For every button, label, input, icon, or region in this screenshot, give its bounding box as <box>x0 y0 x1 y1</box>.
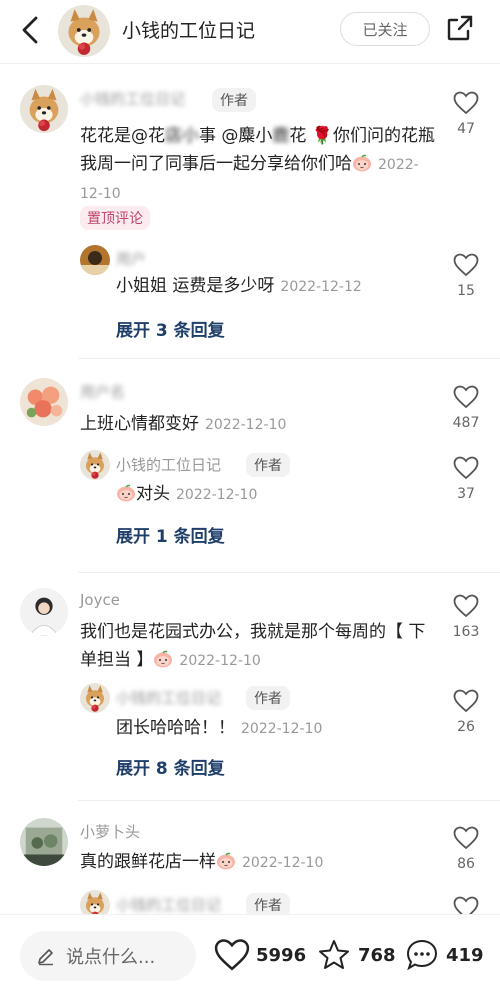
comment-total: 419 <box>446 944 484 966</box>
back-arrow-icon[interactable] <box>16 12 44 48</box>
reply-text[interactable]: 小姐姐 运费是多少呀 2022-12-12 <box>116 272 436 301</box>
reply-name[interactable]: 小钱的工位日记 <box>116 894 221 915</box>
expand-replies-link[interactable]: 展开 8 条回复 <box>116 754 225 779</box>
reply-name[interactable]: 小钱的工位日记 <box>116 687 221 708</box>
commenter-name[interactable]: Joyce <box>80 591 120 609</box>
like-count: 15 <box>457 283 475 299</box>
comment-date: 2022-12-10 <box>179 653 261 669</box>
divider <box>78 572 500 573</box>
top-bar: 小钱的工位日记 已关注 <box>0 0 500 64</box>
like-count: 37 <box>457 486 475 502</box>
like-count: 487 <box>452 415 480 431</box>
like-count: 163 <box>452 624 480 640</box>
favorite-total: 768 <box>358 944 396 966</box>
author-badge: 作者 <box>212 88 256 112</box>
like-button[interactable]: 26 <box>446 689 486 735</box>
favorite-button[interactable]: 768 <box>316 937 396 973</box>
like-button[interactable]: 15 <box>446 253 486 299</box>
peach-emoji-icon <box>352 154 372 172</box>
commenter-avatar[interactable] <box>20 378 68 426</box>
reply-name[interactable]: 用户 <box>116 248 146 269</box>
commenter-name[interactable]: 小钱的工位日记 <box>80 88 185 109</box>
commenter-avatar[interactable] <box>20 588 68 636</box>
like-button[interactable]: 487 <box>446 385 486 431</box>
reply-date: 2022-12-10 <box>176 487 258 503</box>
heart-icon <box>453 253 479 277</box>
divider <box>78 358 500 359</box>
chat-bubble-icon <box>406 939 438 971</box>
profile-name[interactable]: 小钱的工位日记 <box>122 16 255 43</box>
like-button[interactable]: 37 <box>446 456 486 502</box>
like-button[interactable]: 47 <box>446 91 486 137</box>
heart-icon <box>453 385 479 409</box>
pinned-badge: 置顶评论 <box>80 206 150 230</box>
share-icon[interactable] <box>446 14 474 42</box>
commenter-name[interactable]: 小萝卜头 <box>80 821 140 842</box>
heart-icon <box>453 456 479 480</box>
comment-text[interactable]: 上班心情都变好 2022-12-10 <box>80 410 440 439</box>
comment-date: 2022-12-10 <box>205 417 287 433</box>
reply-text[interactable]: 对头 2022-12-10 <box>116 480 436 509</box>
comment-count-button[interactable]: 419 <box>404 937 484 973</box>
reply-date: 2022-12-12 <box>280 279 362 295</box>
reply-date: 2022-12-10 <box>241 721 323 737</box>
like-button[interactable]: 86 <box>446 826 486 872</box>
pencil-icon <box>38 949 53 966</box>
author-badge: 作者 <box>246 453 290 477</box>
profile-avatar[interactable] <box>58 5 110 57</box>
like-total: 5996 <box>256 944 307 966</box>
reply-avatar[interactable] <box>80 245 110 275</box>
like-count: 26 <box>457 719 475 735</box>
heart-icon <box>453 91 479 115</box>
reply-text[interactable]: 团长哈哈哈！！ 2022-12-10 <box>116 714 436 743</box>
divider <box>78 800 500 801</box>
author-badge: 作者 <box>246 686 290 710</box>
comment-placeholder: 说点什么... <box>66 947 156 968</box>
peach-emoji-icon <box>116 484 136 502</box>
comment-text[interactable]: 花花是@花店小事 @麋小鹿花 🌹你们问的花瓶我周一问了同事后一起分享给你们哈 20… <box>80 122 440 208</box>
like-total-button[interactable]: 5996 <box>214 937 306 973</box>
following-button[interactable]: 已关注 <box>340 12 430 46</box>
commenter-name[interactable]: 用户名 <box>80 381 125 402</box>
like-button[interactable]: 163 <box>446 594 486 640</box>
like-count: 86 <box>457 856 475 872</box>
comment-date: 2022-12-10 <box>242 855 324 871</box>
commenter-avatar[interactable] <box>20 818 68 866</box>
heart-icon <box>453 594 479 618</box>
peach-emoji-icon <box>153 650 173 668</box>
comment-input[interactable]: 说点什么... <box>20 931 196 981</box>
star-icon <box>319 940 349 969</box>
expand-replies-link[interactable]: 展开 1 条回复 <box>116 522 225 547</box>
comment-text[interactable]: 我们也是花园式办公，我就是那个每周的【 下单担当 】 2022-12-10 <box>80 618 440 675</box>
reply-name[interactable]: 小钱的工位日记 <box>116 454 221 475</box>
comment-text[interactable]: 真的跟鲜花店一样 2022-12-10 <box>80 848 440 877</box>
peach-emoji-icon <box>216 852 236 870</box>
like-count: 47 <box>457 121 475 137</box>
expand-replies-link[interactable]: 展开 3 条回复 <box>116 316 225 341</box>
heart-icon <box>453 689 479 713</box>
bottom-action-bar: 说点什么... 5996 768 419 <box>0 914 500 990</box>
commenter-avatar[interactable] <box>20 85 68 133</box>
heart-icon <box>214 939 250 971</box>
reply-avatar[interactable] <box>80 683 110 713</box>
heart-icon <box>453 826 479 850</box>
reply-avatar[interactable] <box>80 450 110 480</box>
